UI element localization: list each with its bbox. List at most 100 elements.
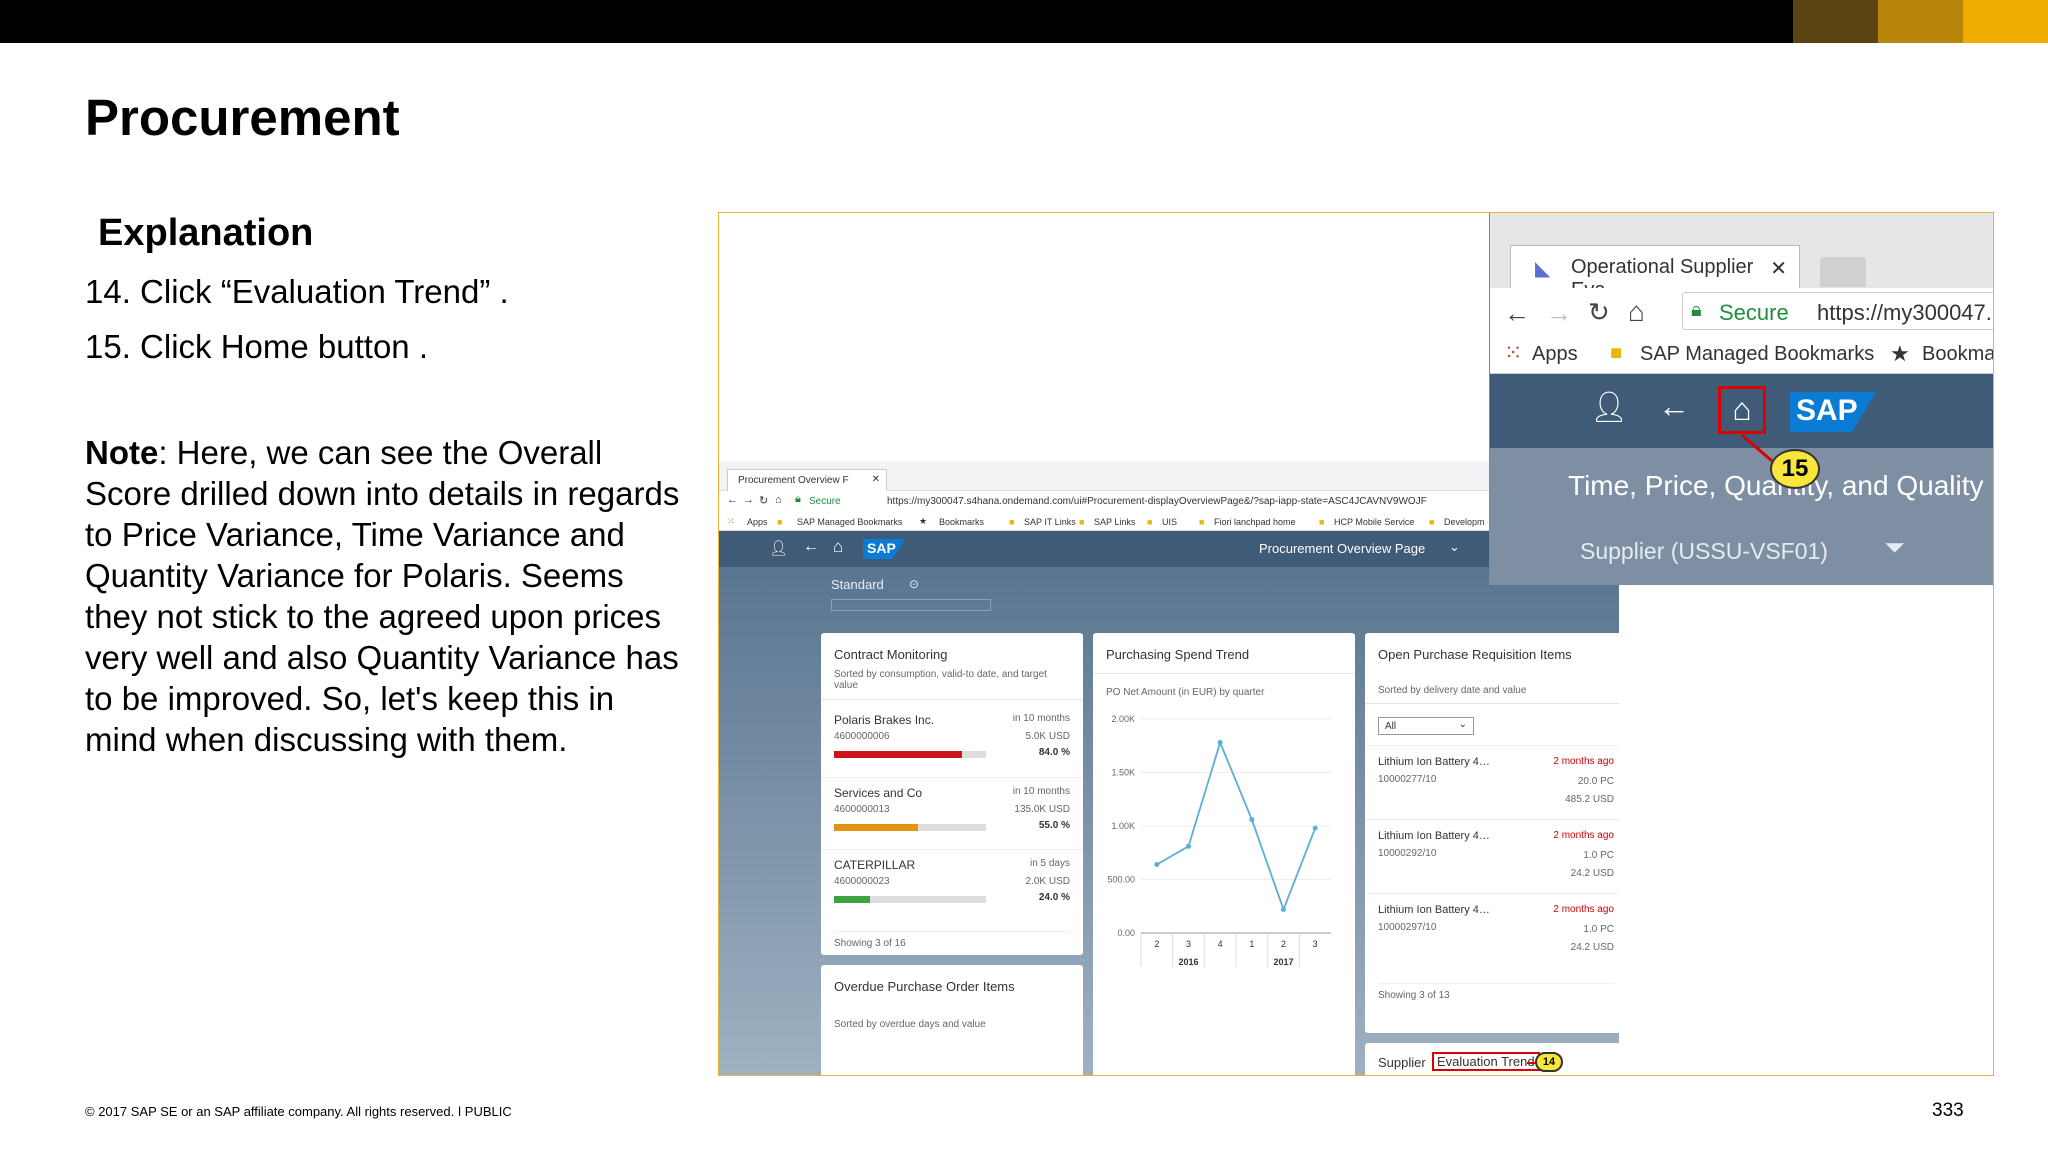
item-value: 485.2 USD	[1565, 794, 1614, 805]
x-group-label: 2016	[1178, 957, 1198, 967]
item-name: Lithium Ion Battery 4…	[1378, 830, 1490, 842]
card-subtitle: PO Net Amount (in EUR) by quarter	[1106, 687, 1265, 698]
item-period: in 10 months	[1012, 713, 1070, 724]
browser-tab[interactable]: Procurement Overview F ✕	[727, 469, 887, 491]
chevron-down-icon[interactable]: ⌄	[1449, 539, 1460, 555]
item-value: 135.0K USD	[1014, 804, 1070, 815]
data-point	[1281, 906, 1286, 912]
bookmark-item[interactable]: Apps	[747, 517, 768, 527]
bookmark-item[interactable]: Bookmarks	[939, 517, 984, 527]
progress-fill	[834, 751, 962, 758]
bookmark-item[interactable]: HCP Mobile Service	[1334, 517, 1414, 527]
progress-track	[834, 896, 986, 903]
callout-connector-15	[1741, 433, 1773, 463]
item-id: 10000292/10	[1378, 848, 1437, 859]
callout-15-badge: 15	[1770, 449, 1820, 489]
chevron-down-icon: ⌄	[1458, 719, 1467, 730]
list-item[interactable]: CATERPILLAR in 5 days 4600000023 2.0K US…	[821, 849, 1083, 919]
overview-page: Standard ⊙ Contract Monitoring Sorted by…	[719, 567, 1619, 1075]
filter-value: All	[1385, 721, 1397, 732]
list-item[interactable]: Polaris Brakes Inc. in 10 months 4600000…	[821, 705, 1083, 775]
x-tick-label: 3	[1186, 939, 1191, 949]
item-qty: 1.0 PC	[1583, 924, 1614, 935]
bookmark-item[interactable]: SAP Links	[1094, 517, 1135, 527]
item-id: 10000297/10	[1378, 922, 1437, 933]
back-icon[interactable]: ←	[727, 494, 738, 506]
item-id: 4600000013	[834, 804, 890, 815]
bookmark-item[interactable]: Fiori lanchpad home	[1214, 517, 1296, 527]
open-pr-card[interactable]: Open Purchase Requisition Items Sorted b…	[1365, 633, 1619, 1033]
accent-swatch-mid	[1878, 0, 1963, 43]
copyright: © 2017 SAP SE or an SAP affiliate compan…	[85, 1104, 512, 1119]
folder-icon: ■	[1009, 517, 1015, 527]
divider	[1365, 703, 1619, 704]
item-value: 2.0K USD	[1025, 876, 1070, 887]
status-filter-select[interactable]: All ⌄	[1378, 717, 1474, 735]
list-item[interactable]: Lithium Ion Battery 4… 2 months ago 1000…	[1365, 819, 1619, 891]
item-qty: 20.0 PC	[1577, 776, 1614, 787]
url-text[interactable]: https://my300047.s4hana.ondemand.com/ui#…	[887, 496, 1427, 507]
spend-line-chart: 2.00K 1.50K 1.00K 500.00 0.00 2 3 4 1 2 3 2016 2017	[1107, 714, 1331, 967]
item-percent: 55.0 %	[1038, 820, 1070, 831]
item-period: in 5 days	[1029, 858, 1070, 869]
close-tab-icon[interactable]: ✕	[872, 474, 880, 485]
divider	[821, 699, 1083, 700]
filter-bar[interactable]	[831, 599, 991, 611]
address-bar[interactable]: ← → ↻ ⌂ 🔒︎ Secure https://my300047.s4han…	[719, 491, 1619, 513]
y-tick-label: 0.00	[1117, 928, 1135, 938]
supplier-evaluation-card[interactable]: Supplier Evaluation Trend 14	[1365, 1043, 1619, 1075]
apps-grid-icon[interactable]: ⁙	[727, 516, 735, 527]
item-age: 2 months ago	[1553, 830, 1614, 841]
item-age: 2 months ago	[1553, 756, 1614, 767]
back-arrow-icon[interactable]: ←	[803, 538, 819, 556]
progress-track	[834, 751, 986, 758]
folder-icon: ■	[1319, 517, 1325, 527]
forward-icon[interactable]: →	[743, 494, 754, 506]
evaluation-trend-link[interactable]: Evaluation Trend	[1432, 1052, 1540, 1071]
bookmark-item[interactable]: UIS	[1162, 517, 1177, 527]
variant-dropdown-icon[interactable]: ⊙	[909, 577, 919, 591]
y-tick-label: 1.00K	[1111, 821, 1135, 831]
app-title[interactable]: Procurement Overview Page	[1259, 541, 1425, 556]
folder-icon: ■	[1079, 517, 1085, 527]
reload-icon[interactable]: ↻	[759, 494, 768, 507]
bookmark-item[interactable]: SAP Managed Bookmarks	[797, 517, 902, 527]
browser-window: Procurement Overview F ✕ ← → ↻ ⌂ 🔒︎ Secu…	[719, 461, 1619, 1075]
x-tick-label: 2	[1281, 939, 1286, 949]
list-item[interactable]: Lithium Ion Battery 4… 2 months ago 1000…	[1365, 745, 1619, 817]
page-number: 333	[1932, 1100, 1964, 1121]
list-item[interactable]: Lithium Ion Battery 4… 2 months ago 1000…	[1365, 893, 1619, 965]
home-icon[interactable]: ⌂	[833, 537, 843, 557]
progress-fill	[834, 896, 871, 903]
x-tick-label: 3	[1313, 939, 1318, 949]
progress-fill	[834, 824, 918, 831]
item-period: in 10 months	[1012, 786, 1070, 797]
item-id: 4600000006	[834, 731, 890, 742]
bookmark-item[interactable]: Developm	[1444, 517, 1485, 527]
card-title: Contract Monitoring	[834, 647, 948, 662]
variant-label[interactable]: Standard	[831, 577, 884, 592]
lock-icon: 🔒︎	[795, 493, 801, 505]
item-name: Lithium Ion Battery 4…	[1378, 904, 1490, 916]
list-item[interactable]: Services and Co in 10 months 4600000013 …	[821, 777, 1083, 847]
folder-icon: ■	[777, 517, 783, 527]
overdue-po-card[interactable]: Overdue Purchase Order Items Sorted by o…	[821, 965, 1083, 1075]
spend-trend-card[interactable]: Purchasing Spend Trend PO Net Amount (in…	[1093, 633, 1355, 1075]
data-point	[1154, 862, 1160, 868]
item-percent: 24.0 %	[1038, 892, 1070, 903]
contract-monitoring-card[interactable]: Contract Monitoring Sorted by consumptio…	[821, 633, 1083, 955]
item-value: 5.0K USD	[1025, 731, 1070, 742]
card-footer: Showing 3 of 13	[1378, 983, 1614, 1001]
bookmark-item[interactable]: SAP IT Links	[1024, 517, 1076, 527]
secure-label: Secure	[809, 496, 841, 507]
step-15-text: 15. Click Home button .	[85, 328, 428, 365]
data-point	[1186, 843, 1191, 849]
item-value: 24.2 USD	[1570, 868, 1614, 879]
x-group-label: 2017	[1273, 957, 1293, 967]
data-point	[1217, 740, 1223, 746]
fiori-shell-bar: 👤︎ ← ⌂ SAP Procurement Overview Page ⌄	[719, 531, 1619, 567]
home-browser-icon[interactable]: ⌂	[775, 494, 782, 506]
user-icon[interactable]: 👤︎	[769, 539, 788, 557]
slide-title: Procurement	[85, 89, 400, 146]
sap-logo: SAP	[863, 539, 905, 559]
